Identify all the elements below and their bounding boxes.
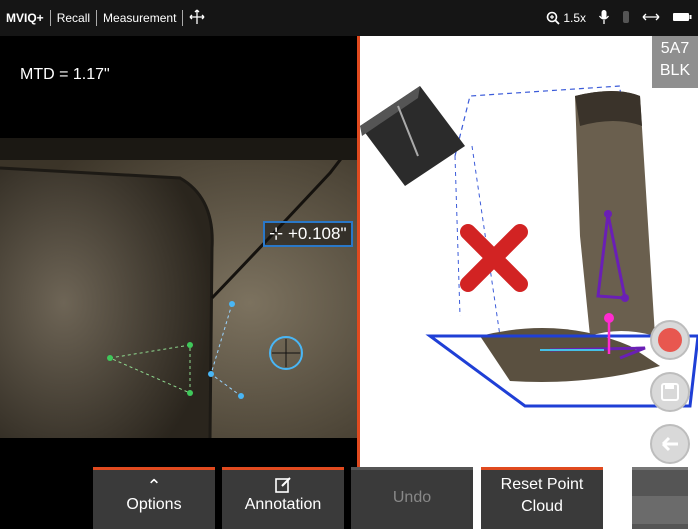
options-label: Options (126, 496, 182, 513)
record-button[interactable] (650, 320, 690, 360)
breadcrumb-measurement[interactable]: Measurement (97, 11, 182, 25)
top-status-bar: MVIQ+ Recall Measurement 1.5x (0, 0, 698, 36)
probe-tip (360, 86, 465, 186)
annotation-button[interactable]: Annotation (222, 467, 344, 529)
probe-badge: 5A7 BLK (652, 36, 698, 88)
inspection-image[interactable] (0, 138, 357, 438)
point-cloud-render[interactable] (360, 36, 698, 529)
edit-icon (222, 476, 344, 496)
delete-x-icon[interactable] (460, 224, 528, 292)
battery-icon (672, 11, 692, 26)
toolbar-more-button[interactable] (632, 467, 688, 529)
mtd-readout: MTD = 1.17" (20, 66, 110, 83)
breadcrumb-recall[interactable]: Recall (51, 11, 96, 25)
undo-button[interactable]: Undo (351, 467, 473, 529)
more-block (632, 496, 688, 524)
save-button[interactable] (650, 372, 690, 412)
undo-label: Undo (392, 489, 432, 506)
zoom-level: 1.5x (563, 11, 586, 25)
zoom-indicator[interactable]: 1.5x (546, 11, 586, 25)
cursor-icon: ⊹ (269, 224, 284, 243)
back-button[interactable] (650, 424, 690, 464)
reset-point-cloud-button[interactable]: Reset Point Cloud (481, 467, 603, 529)
save-icon (661, 383, 679, 401)
depth-measurement-label[interactable]: ⊹ +0.108" (263, 221, 353, 247)
badge-line-1: 5A7 (660, 40, 690, 57)
status-icons: 1.5x (546, 0, 692, 36)
app-brand: MVIQ+ (6, 11, 44, 25)
depth-value: +0.108" (287, 224, 347, 243)
options-button[interactable]: ⌃ Options (93, 467, 215, 529)
annotation-label: Annotation (244, 496, 322, 513)
badge-line-2: BLK (659, 62, 691, 79)
reset-label-line-1: Reset Point (500, 476, 584, 493)
light-icon (622, 9, 630, 28)
chevron-up-icon: ⌃ (146, 476, 162, 496)
arrow-left-icon (661, 436, 678, 452)
move-icon[interactable] (183, 9, 211, 28)
live-image-view[interactable]: MTD = 1.17" ⊹ +0.108" (0, 36, 357, 529)
microphone-icon[interactable] (598, 9, 610, 28)
zoom-icon (547, 11, 560, 25)
point-cloud-view[interactable] (360, 36, 698, 529)
arrows-icon (642, 11, 660, 26)
record-dot-icon (658, 328, 682, 352)
reset-label-line-2: Cloud (521, 498, 563, 515)
